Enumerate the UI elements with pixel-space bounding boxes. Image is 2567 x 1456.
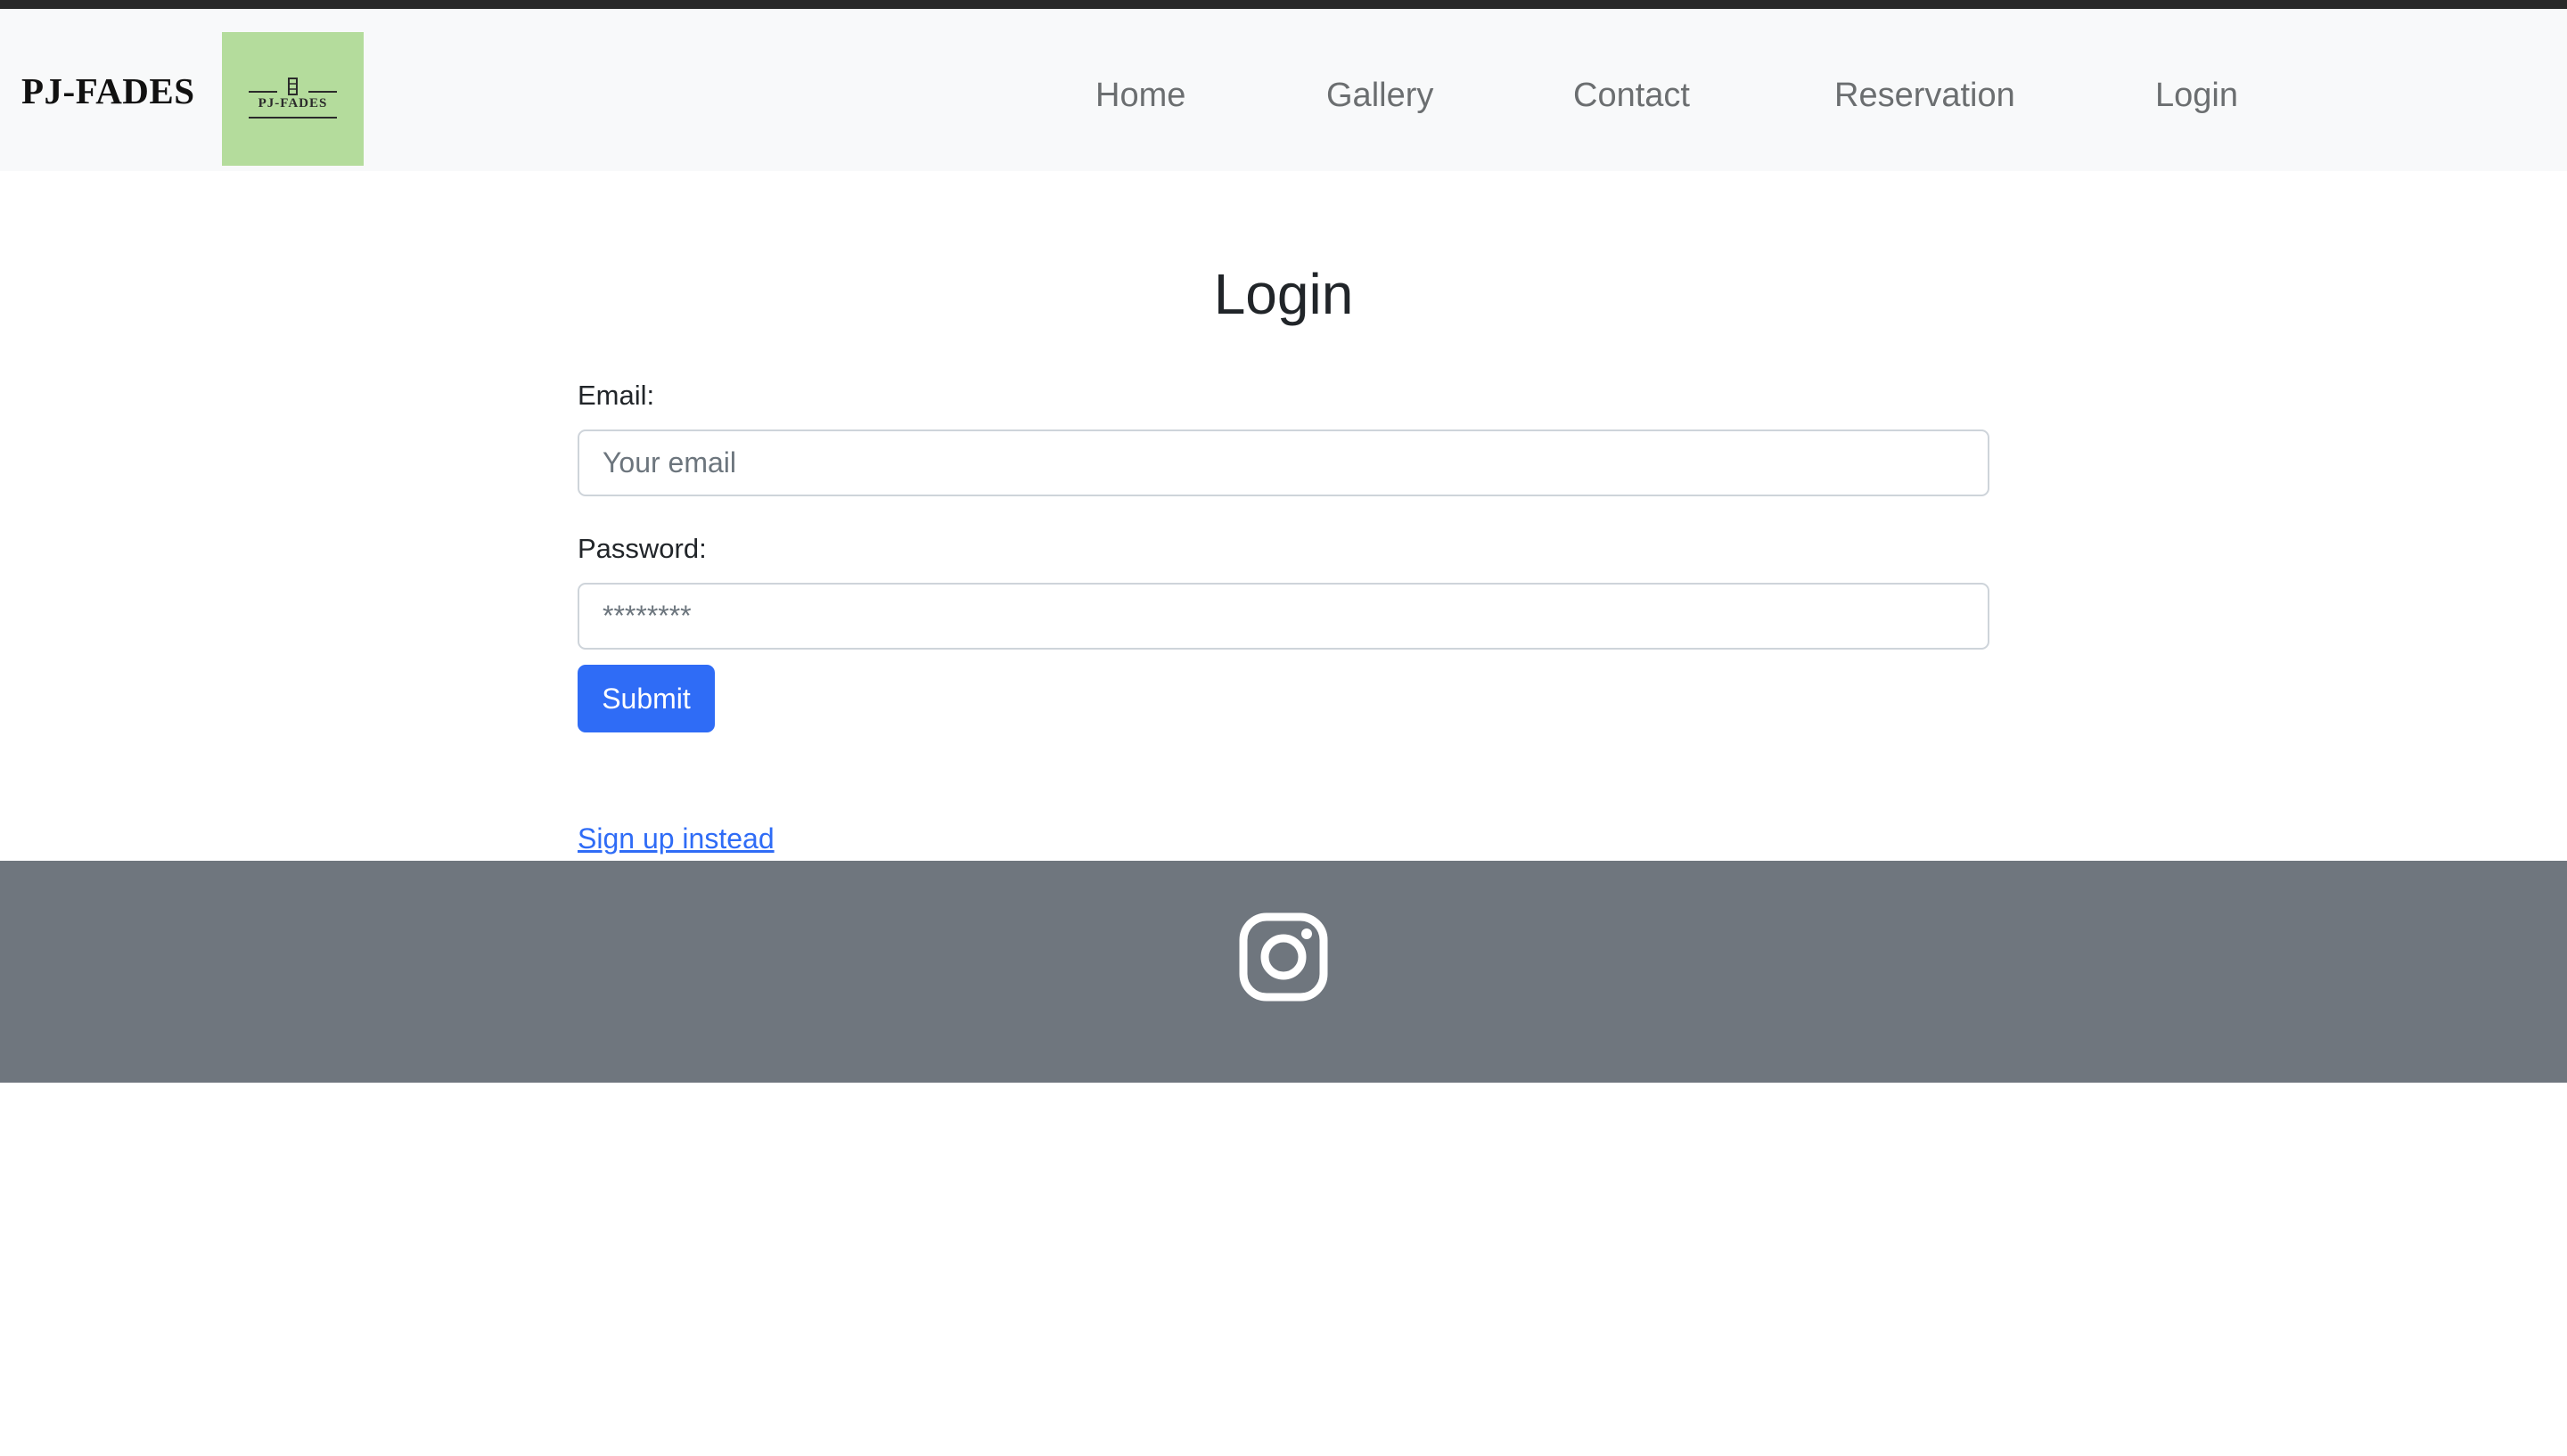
- nav-link-reservation[interactable]: Reservation: [1834, 78, 2015, 112]
- submit-button[interactable]: Submit: [578, 665, 715, 732]
- logo-text: PJ-FADES: [258, 96, 328, 110]
- email-field[interactable]: [578, 429, 1989, 496]
- nav-link-gallery[interactable]: Gallery: [1326, 78, 1433, 112]
- brand-name[interactable]: PJ-FADES: [21, 73, 195, 110]
- navbar: PJ-FADES PJ-FADES Home Gallery Contact R…: [0, 9, 2567, 171]
- password-label: Password:: [578, 533, 707, 564]
- top-border: [0, 0, 2567, 9]
- nav-link-contact[interactable]: Contact: [1573, 78, 1690, 112]
- password-field[interactable]: [578, 583, 1989, 650]
- instagram-icon[interactable]: [1239, 912, 1328, 1002]
- page-title: Login: [1213, 262, 1354, 326]
- footer: [0, 861, 2567, 1083]
- email-label: Email:: [578, 380, 655, 411]
- signup-link[interactable]: Sign up instead: [578, 824, 775, 853]
- nav-link-login[interactable]: Login: [2155, 78, 2238, 112]
- brand-logo[interactable]: PJ-FADES: [222, 32, 364, 166]
- nav-link-home[interactable]: Home: [1095, 78, 1185, 112]
